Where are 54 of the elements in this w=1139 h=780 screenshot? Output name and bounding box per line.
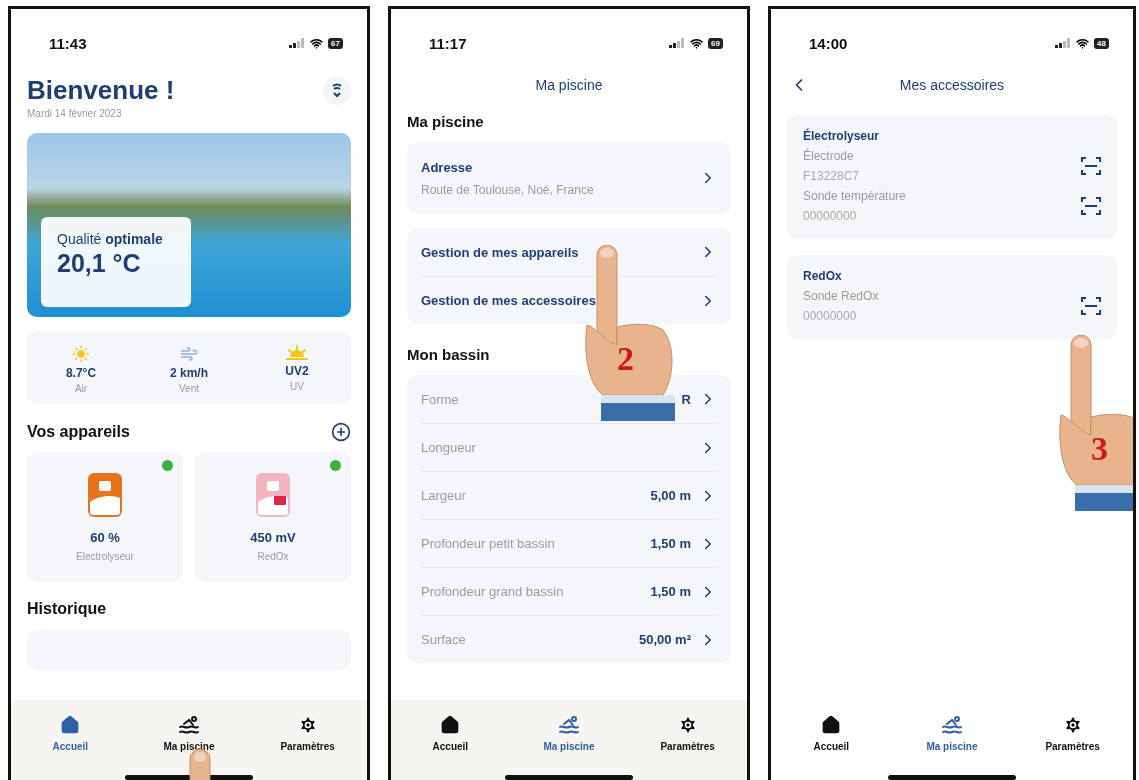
status-time: 11:17 — [429, 34, 467, 52]
weather-label: UV — [290, 381, 304, 392]
accessory-serial: 00000000 — [803, 209, 858, 223]
device-label: Electrolyseur — [76, 551, 134, 562]
battery-level: 48 — [1094, 37, 1109, 49]
detail-row[interactable]: Profondeur petit bassin 1,50 m — [421, 519, 717, 567]
weather-label: Vent — [179, 383, 199, 394]
step-number: 2 — [617, 340, 634, 378]
detail-row[interactable]: Surface 50,00 m² — [421, 615, 717, 663]
welcome-title: Bienvenue ! — [27, 75, 175, 106]
section-title: Ma piscine — [407, 113, 484, 130]
date-text: Mardi 14 février 2023 — [27, 108, 123, 119]
tab[interactable]: Accueil — [786, 714, 877, 753]
section-title: Historique — [27, 600, 107, 618]
device-label: RedOx — [257, 551, 289, 562]
tab[interactable]: Ma piscine — [907, 714, 997, 753]
detail-row[interactable]: Profondeur grand bassin 1,50 m — [421, 567, 717, 615]
tab[interactable]: Ma piscine — [144, 714, 234, 753]
accessory-group-title: RedOx — [803, 269, 843, 283]
detail-row[interactable]: Largeur 5,00 m — [421, 471, 717, 519]
tab[interactable]: Paramètres — [262, 714, 353, 753]
battery-level: 67 — [328, 37, 343, 49]
detail-row[interactable]: Forme R — [421, 375, 717, 423]
status-time: 11:43 — [49, 34, 87, 52]
section-title: Mon bassin — [407, 346, 490, 363]
menu-row[interactable]: Gestion de mes appareils — [421, 228, 717, 276]
accessory-serial: F13228C7 — [803, 169, 860, 183]
accessory-name: Sonde RedOx — [803, 289, 879, 303]
weather-label: Air — [74, 383, 88, 394]
weather-value: 2 km/h — [170, 366, 208, 380]
quality-text: Qualité optimale — [57, 231, 164, 247]
device-value: 450 mV — [250, 530, 296, 545]
tab[interactable]: Accueil — [25, 714, 116, 753]
step-number: 3 — [1091, 430, 1108, 468]
device-card[interactable]: 60 % Electrolyseur — [27, 452, 183, 582]
temperature-value: 20,1 °C — [57, 249, 142, 278]
tab[interactable]: Ma piscine — [524, 714, 614, 753]
accessory-name: Électrode — [803, 149, 855, 163]
screen-title: Ma piscine — [535, 77, 603, 93]
tab[interactable]: Paramètres — [1027, 714, 1118, 753]
accessory-group-title: Électrolyseur — [803, 129, 881, 143]
status-time: 14:00 — [809, 34, 848, 52]
weather-value: 8.7°C — [65, 366, 97, 380]
accessory-serial: 00000000 — [803, 309, 858, 323]
screen-title: Mes accessoires — [899, 77, 1005, 93]
device-value: 60 % — [90, 530, 120, 545]
section-title: Vos appareils — [27, 423, 130, 441]
accessory-name: Sonde température — [803, 189, 906, 203]
tab[interactable]: Accueil — [405, 714, 496, 753]
address-row[interactable]: Adresse Route de Toulouse, Noé, France — [421, 142, 717, 214]
device-card[interactable]: 450 mV RedOx — [195, 452, 351, 582]
weather-value: UV2 — [285, 364, 309, 378]
tab[interactable]: Paramètres — [642, 714, 733, 753]
battery-level: 69 — [708, 37, 723, 49]
